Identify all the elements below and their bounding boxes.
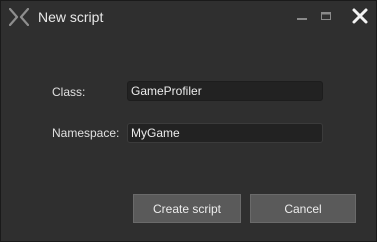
class-field[interactable]: [127, 81, 323, 101]
maximize-icon[interactable]: [317, 7, 335, 25]
close-icon[interactable]: [351, 7, 369, 25]
namespace-input[interactable]: [128, 124, 322, 142]
class-input[interactable]: [128, 82, 322, 100]
window-title: New script: [38, 9, 104, 25]
class-label: Class:: [52, 85, 86, 99]
title-bar[interactable]: New script: [1, 1, 376, 33]
create-script-button[interactable]: Create script: [133, 194, 241, 223]
namespace-field[interactable]: [127, 123, 323, 143]
new-script-dialog: New script Class: Namespace: Create scri…: [0, 0, 377, 242]
app-logo-icon: [9, 8, 29, 26]
cancel-button[interactable]: Cancel: [250, 194, 356, 223]
namespace-label: Namespace:: [52, 126, 120, 140]
minimize-icon[interactable]: [293, 7, 311, 25]
